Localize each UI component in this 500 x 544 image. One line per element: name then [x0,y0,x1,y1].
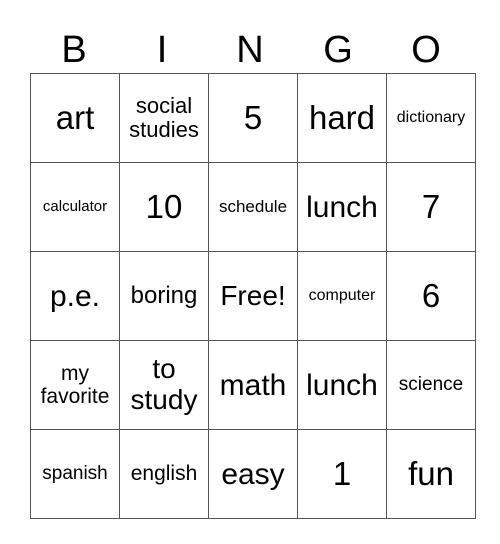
grid-row: my favorite to study math lunch science [30,340,476,430]
free-space-cell[interactable]: Free! [208,251,298,341]
bingo-cell[interactable]: calculator [30,162,120,252]
bingo-cell[interactable]: computer [297,251,387,341]
grid-row: calculator 10 schedule lunch 7 [30,162,476,252]
bingo-cell[interactable]: my favorite [30,340,120,430]
bingo-cell[interactable]: easy [208,429,298,519]
bingo-cell[interactable]: boring [119,251,209,341]
bingo-cell[interactable]: lunch [297,162,387,252]
bingo-cell[interactable]: spanish [30,429,120,519]
bingo-cell[interactable]: to study [119,340,209,430]
grid-row: spanish english easy 1 fun [30,429,476,519]
bingo-cell[interactable]: fun [386,429,476,519]
header-letter-b: B [61,29,87,71]
header-letter-o: O [411,29,441,71]
bingo-cell[interactable]: art [30,73,120,163]
header-letter-n: N [236,29,264,71]
grid-row: art social studies 5 hard dictionary [30,73,476,163]
bingo-cell[interactable]: math [208,340,298,430]
header-letter-g: G [323,29,353,71]
bingo-header: B I N G O [30,28,470,72]
bingo-cell[interactable]: dictionary [386,73,476,163]
bingo-grid: art social studies 5 hard dictionary cal… [30,73,476,519]
grid-row: p.e. boring Free! computer 6 [30,251,476,341]
bingo-cell[interactable]: schedule [208,162,298,252]
header-letter-i: I [156,29,168,71]
bingo-cell[interactable]: 1 [297,429,387,519]
bingo-cell[interactable]: 10 [119,162,209,252]
bingo-cell[interactable]: 6 [386,251,476,341]
bingo-cell[interactable]: 5 [208,73,298,163]
bingo-cell[interactable]: science [386,340,476,430]
bingo-cell[interactable]: lunch [297,340,387,430]
bingo-cell[interactable]: 7 [386,162,476,252]
bingo-cell[interactable]: english [119,429,209,519]
bingo-cell[interactable]: social studies [119,73,209,163]
bingo-cell[interactable]: hard [297,73,387,163]
bingo-cell[interactable]: p.e. [30,251,120,341]
